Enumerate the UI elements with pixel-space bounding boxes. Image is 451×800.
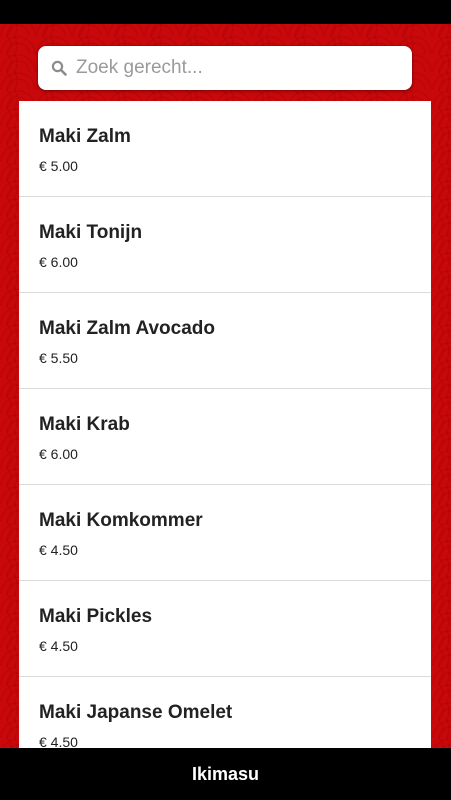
search-bar[interactable] — [38, 46, 412, 90]
list-item[interactable]: Maki Pickles € 4.50 — [19, 581, 431, 677]
app-title: Ikimasu — [191, 763, 260, 784]
list-item[interactable]: Maki Zalm € 5.00 — [19, 101, 431, 197]
list-item[interactable]: Maki Zalm Avocado € 5.50 — [19, 293, 431, 389]
search-input[interactable] — [76, 48, 396, 88]
item-price: € 4.50 — [39, 638, 78, 654]
item-price: € 6.00 — [39, 254, 78, 270]
dish-list: Maki Zalm € 5.00 Maki Tonijn € 6.00 Maki… — [19, 101, 431, 748]
item-name: Maki Pickles — [39, 606, 153, 627]
item-price: € 4.50 — [39, 734, 78, 748]
footer-bar: Ikimasu — [0, 748, 451, 800]
list-item[interactable]: Maki Krab € 6.00 — [19, 389, 431, 485]
search-icon — [38, 46, 76, 90]
item-name: Maki Zalm — [39, 126, 131, 147]
app-screen: Maki Zalm € 5.00 Maki Tonijn € 6.00 Maki… — [0, 0, 451, 800]
item-price: € 5.50 — [39, 350, 78, 366]
item-price: € 6.00 — [39, 446, 78, 462]
item-name: Maki Krab — [39, 414, 130, 435]
list-item[interactable]: Maki Tonijn € 6.00 — [19, 197, 431, 293]
status-bar — [0, 0, 451, 24]
list-item[interactable]: Maki Japanse Omelet € 4.50 — [19, 677, 431, 748]
item-name: Maki Komkommer — [39, 510, 203, 531]
item-name: Maki Zalm Avocado — [39, 318, 215, 339]
item-name: Maki Tonijn — [39, 222, 143, 243]
item-price: € 4.50 — [39, 542, 78, 558]
item-name: Maki Japanse Omelet — [39, 702, 233, 723]
list-item[interactable]: Maki Komkommer € 4.50 — [19, 485, 431, 581]
item-price: € 5.00 — [39, 158, 78, 174]
